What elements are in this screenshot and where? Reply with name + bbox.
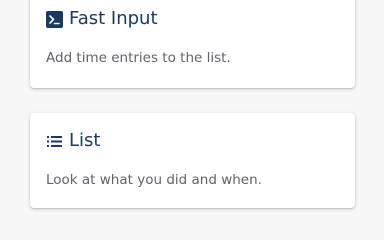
terminal-icon [46, 10, 63, 28]
fast-input-title: Fast Input [69, 8, 158, 29]
fast-input-description: Add time entries to the list. [46, 50, 231, 66]
list-description: Look at what you did and when. [46, 172, 262, 188]
fast-input-card[interactable]: Fast Input Add time entries to the list. [30, 0, 355, 88]
list-title: List [69, 130, 101, 151]
card-title-row: Fast Input [46, 8, 158, 30]
list-icon [46, 133, 63, 150]
card-title-row: List [46, 130, 100, 152]
list-card[interactable]: List Look at what you did and when. [30, 113, 355, 208]
